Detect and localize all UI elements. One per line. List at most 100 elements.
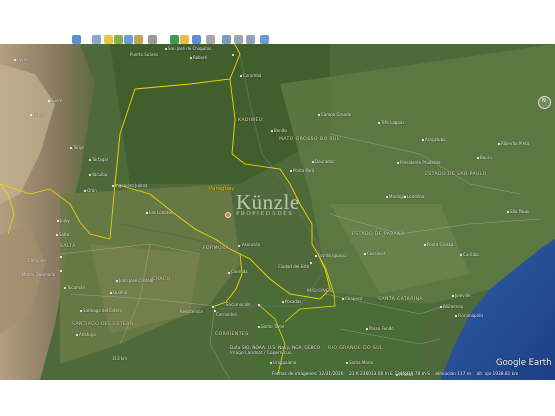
city-dot <box>498 143 500 145</box>
city-dot <box>89 159 91 161</box>
city-dot <box>310 262 312 264</box>
city-dot <box>452 295 454 297</box>
city-dot <box>112 185 114 187</box>
city-label[interactable]: Três Lagoas <box>381 120 404 125</box>
city-dot <box>70 147 72 149</box>
city-label[interactable]: San José de Chiquitos <box>168 46 211 51</box>
view-in-maps-icon[interactable] <box>260 35 269 44</box>
city-label[interactable]: Posadas <box>285 299 301 304</box>
city-label[interactable]: Campo Grande <box>321 112 351 117</box>
city-label[interactable]: Passo Fundo <box>369 326 394 331</box>
region-label: FORMOSA <box>203 246 229 251</box>
city-dot <box>455 315 457 317</box>
city-label[interactable]: Blumenau <box>443 304 463 309</box>
city-dot <box>89 174 91 176</box>
save-image-icon[interactable] <box>246 35 255 44</box>
city-label[interactable]: Presidente Prudente <box>400 160 440 165</box>
city-label[interactable]: Ingeniero Juárez <box>115 183 147 188</box>
city-label[interactable]: Santiago del Estero <box>83 308 122 313</box>
city-dot <box>60 256 62 258</box>
city-label[interactable]: Cafayate <box>28 258 46 263</box>
city-dot <box>378 122 380 124</box>
city-label[interactable]: Ponta Grossa <box>427 242 453 247</box>
city-dot <box>258 304 260 306</box>
city-label[interactable]: Clorinda <box>231 269 248 274</box>
city-label[interactable]: Asunción <box>242 242 260 247</box>
city-label[interactable]: Jujuy <box>60 218 70 223</box>
ruler-icon[interactable] <box>206 35 215 44</box>
city-label[interactable]: Añatuya <box>79 332 96 337</box>
city-label[interactable]: Ponta Porã <box>293 168 314 173</box>
city-label[interactable]: Uyuni <box>17 57 28 62</box>
city-label[interactable]: Maringá <box>389 194 405 199</box>
city-label[interactable]: Corrientes <box>216 312 237 317</box>
city-label[interactable]: Roboré <box>193 55 207 60</box>
map-view[interactable]: Paraguay KADIWÉU MATO GROSSO DO SUL ESTA… <box>0 44 555 380</box>
toolbar <box>0 0 555 44</box>
city-label[interactable]: Sucre <box>51 98 62 103</box>
path-icon[interactable] <box>124 35 133 44</box>
search-icon[interactable] <box>72 35 81 44</box>
region-label: SANTA CATARINA <box>378 297 423 302</box>
city-label[interactable]: Curitiba <box>463 252 479 257</box>
city-label[interactable]: Tucumán <box>67 285 85 290</box>
city-dot <box>477 157 479 159</box>
city-label[interactable]: Chapecó <box>345 296 362 301</box>
city-label[interactable]: Bonito <box>274 128 287 133</box>
historical-imagery-icon[interactable] <box>170 35 179 44</box>
city-dot <box>56 234 58 236</box>
city-label[interactable]: Cascavel <box>367 251 385 256</box>
city-dot <box>190 57 192 59</box>
record-tour-icon[interactable] <box>148 35 157 44</box>
placemark-icon[interactable] <box>104 35 113 44</box>
city-dot <box>212 306 214 308</box>
region-label: ESTADO DE PARANÁ <box>352 232 405 237</box>
city-label[interactable]: Monte Quemado <box>22 272 55 277</box>
city-label[interactable]: Bauru <box>480 155 492 160</box>
city-label[interactable]: Quimilí <box>113 290 127 295</box>
city-label[interactable]: Potosí <box>33 112 45 117</box>
city-dot <box>84 190 86 192</box>
compass-icon[interactable]: N <box>538 96 551 109</box>
city-label[interactable]: Salta <box>59 232 69 237</box>
city-label[interactable]: Uruguaiana <box>273 360 296 365</box>
city-label[interactable]: Joinville <box>455 293 470 298</box>
city-dot <box>364 253 366 255</box>
planets-icon[interactable] <box>192 35 201 44</box>
email-icon[interactable] <box>222 35 231 44</box>
print-icon[interactable] <box>234 35 243 44</box>
overlay-icon[interactable] <box>134 35 143 44</box>
city-label[interactable]: Tartagal <box>92 157 108 162</box>
city-label[interactable]: Orán <box>87 188 97 193</box>
city-label[interactable]: São Paulo <box>510 209 530 214</box>
sun-icon[interactable] <box>180 35 189 44</box>
city-dot <box>48 100 50 102</box>
location-pin-icon[interactable] <box>224 211 232 219</box>
city-label[interactable]: Florianópolis <box>458 313 483 318</box>
city-label[interactable]: Dourados <box>315 159 334 164</box>
city-label[interactable]: Corumbá <box>243 73 261 78</box>
city-label[interactable]: Encarnación <box>226 302 251 307</box>
city-dot <box>460 254 462 256</box>
city-label[interactable]: Santa Maria <box>349 360 373 365</box>
city-label[interactable]: Ribeirão Preto <box>501 141 529 146</box>
city-label[interactable]: Tarija <box>73 145 84 150</box>
city-label[interactable]: Ciudad del Este <box>278 264 309 269</box>
city-label[interactable]: Las Lomitas <box>149 210 173 215</box>
city-label[interactable]: Resistencia <box>180 309 203 314</box>
region-label: SALTA <box>60 244 76 249</box>
city-label[interactable]: Santo Tomé <box>261 324 284 329</box>
city-label[interactable]: Foz do Iguaçu <box>318 253 346 258</box>
status-readout: Fechas de imágenes: 12/31/2020 21 K 2360… <box>272 372 518 377</box>
city-label[interactable]: Londrina <box>407 194 424 199</box>
kunzle-logo-watermark: Künzle PROPIEDADES <box>236 190 300 217</box>
city-label[interactable]: Yacuiba <box>92 172 107 177</box>
hide-sidebar-icon[interactable] <box>92 35 101 44</box>
city-dot <box>290 170 292 172</box>
region-label: CHACO <box>152 277 171 282</box>
city-label[interactable]: Araçatuba <box>425 137 446 142</box>
polygon-icon[interactable] <box>114 35 123 44</box>
city-label[interactable]: Puerto Suárez <box>130 52 158 57</box>
region-label: CORRIENTES <box>215 332 249 337</box>
city-label[interactable]: Juan José Castelli <box>119 278 153 283</box>
